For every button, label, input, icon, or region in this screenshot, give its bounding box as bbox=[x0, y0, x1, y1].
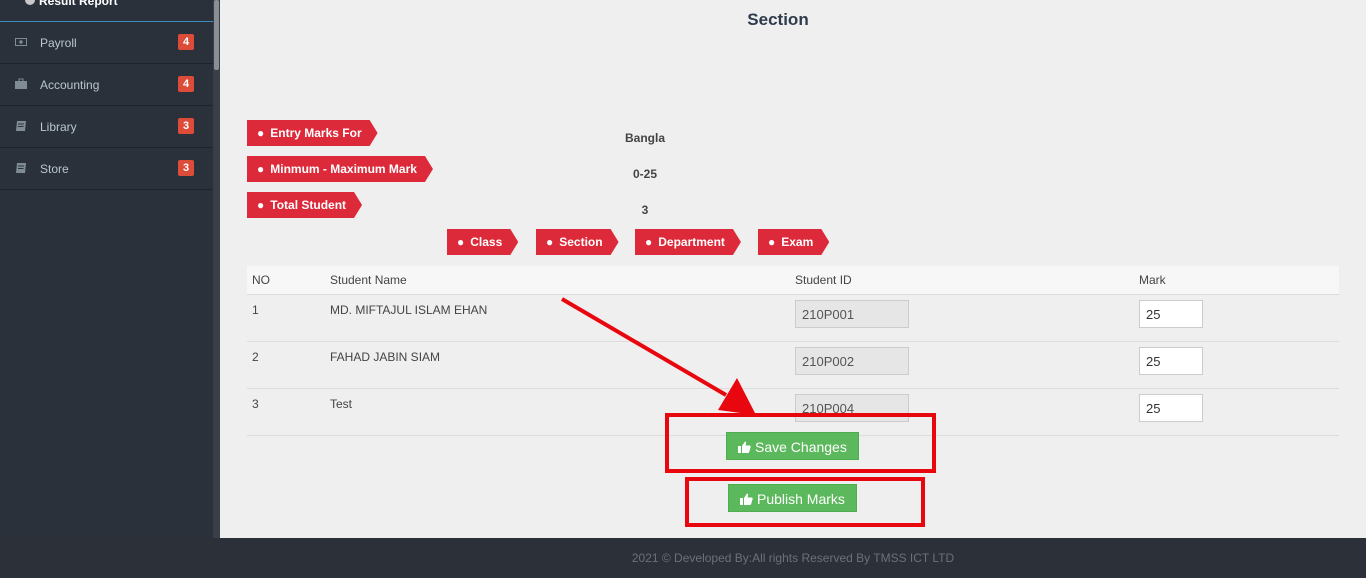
sidebar-item-label: Library bbox=[40, 120, 77, 134]
sidebar: Result Report Payroll 4 Accounting 4 Lib… bbox=[0, 0, 215, 538]
annotation-arrow bbox=[560, 297, 756, 415]
circle-icon bbox=[25, 0, 35, 5]
sidebar-scrollbar[interactable] bbox=[213, 0, 220, 538]
sidebar-item-label: Store bbox=[40, 162, 69, 176]
sidebar-item-payroll[interactable]: Payroll 4 bbox=[0, 22, 215, 64]
count-badge: 4 bbox=[178, 76, 194, 92]
money-icon bbox=[15, 38, 27, 46]
count-badge: 3 bbox=[178, 118, 194, 134]
sidebar-item-label: Accounting bbox=[40, 78, 100, 92]
briefcase-icon bbox=[15, 78, 27, 89]
book-icon bbox=[16, 121, 26, 131]
sidebar-item-accounting[interactable]: Accounting 4 bbox=[0, 64, 215, 106]
footer: 2021 © Developed By:All rights Reserved … bbox=[220, 538, 1366, 578]
scrollbar-thumb[interactable] bbox=[214, 0, 219, 70]
count-badge: 4 bbox=[178, 34, 194, 50]
book-icon bbox=[16, 163, 26, 173]
main-content: Section ● Entry Marks For Bangla ● Minmum … bbox=[220, 0, 1366, 538]
sidebar-item-store[interactable]: Store 3 bbox=[0, 148, 215, 190]
count-badge: 3 bbox=[178, 160, 194, 176]
sidebar-item-library[interactable]: Library 3 bbox=[0, 106, 215, 148]
sidebar-subitem-label: Result Report bbox=[39, 0, 118, 8]
sidebar-item-label: Payroll bbox=[40, 36, 77, 50]
sidebar-subitem-result-report[interactable]: Result Report bbox=[0, 0, 215, 22]
